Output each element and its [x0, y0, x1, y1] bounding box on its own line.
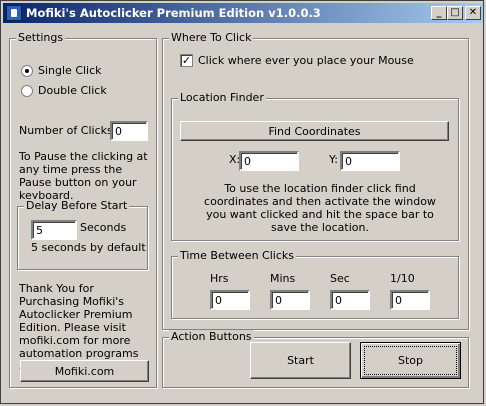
hrs-input[interactable]: 0: [210, 290, 250, 310]
mouse-position-label[interactable]: Click where ever you place your Mouse: [198, 54, 414, 67]
delay-unit-label: Seconds: [80, 221, 127, 234]
title-bar[interactable]: Mofiki's Autoclicker Premium Edition v1.…: [3, 3, 483, 23]
mofiki-site-button[interactable]: Mofiki.com: [20, 360, 149, 382]
close-button[interactable]: ✕: [465, 6, 481, 20]
delay-default-text: 5 seconds by default: [31, 241, 146, 254]
time-between-clicks-legend: Time Between Clicks: [178, 249, 296, 262]
window-title: Mofiki's Autoclicker Premium Edition v1.…: [26, 6, 321, 20]
single-click-label[interactable]: Single Click: [38, 64, 102, 77]
delay-input[interactable]: 5: [31, 220, 77, 240]
sec-input[interactable]: 0: [330, 290, 370, 310]
single-click-radio[interactable]: [21, 65, 33, 77]
clicks-label: Number of Clicks:: [19, 124, 117, 137]
y-coordinate-input[interactable]: 0: [340, 151, 400, 171]
tenth-label: 1/10: [390, 272, 415, 285]
pause-instructions: To Pause the clicking at any time press …: [19, 150, 148, 202]
tenth-input[interactable]: 0: [390, 290, 430, 310]
location-finder-legend: Location Finder: [178, 91, 266, 104]
app-window: Mofiki's Autoclicker Premium Edition v1.…: [0, 0, 484, 404]
minimize-button[interactable]: _: [431, 6, 447, 20]
app-icon: [6, 5, 22, 21]
mins-label: Mins: [270, 272, 296, 285]
find-coordinates-button[interactable]: Find Coordinates: [180, 121, 449, 141]
start-button[interactable]: Start: [250, 342, 351, 379]
hrs-label: Hrs: [210, 272, 229, 285]
mins-input[interactable]: 0: [270, 290, 310, 310]
maximize-button[interactable]: □: [447, 6, 463, 20]
clicks-input[interactable]: 0: [110, 121, 148, 141]
location-finder-help: To use the location finder click find co…: [204, 182, 436, 234]
y-label: Y:: [329, 153, 338, 166]
double-click-radio[interactable]: [21, 85, 33, 97]
sec-label: Sec: [330, 272, 350, 285]
double-click-label[interactable]: Double Click: [38, 84, 107, 97]
delay-legend: Delay Before Start: [24, 199, 130, 212]
settings-legend: Settings: [16, 31, 66, 44]
x-coordinate-input[interactable]: 0: [239, 151, 299, 171]
action-buttons-legend: Action Buttons: [169, 330, 254, 343]
where-to-click-legend: Where To Click: [169, 31, 254, 44]
mouse-position-checkbox[interactable]: ✓: [180, 54, 193, 67]
stop-focus-ring: [364, 346, 457, 375]
